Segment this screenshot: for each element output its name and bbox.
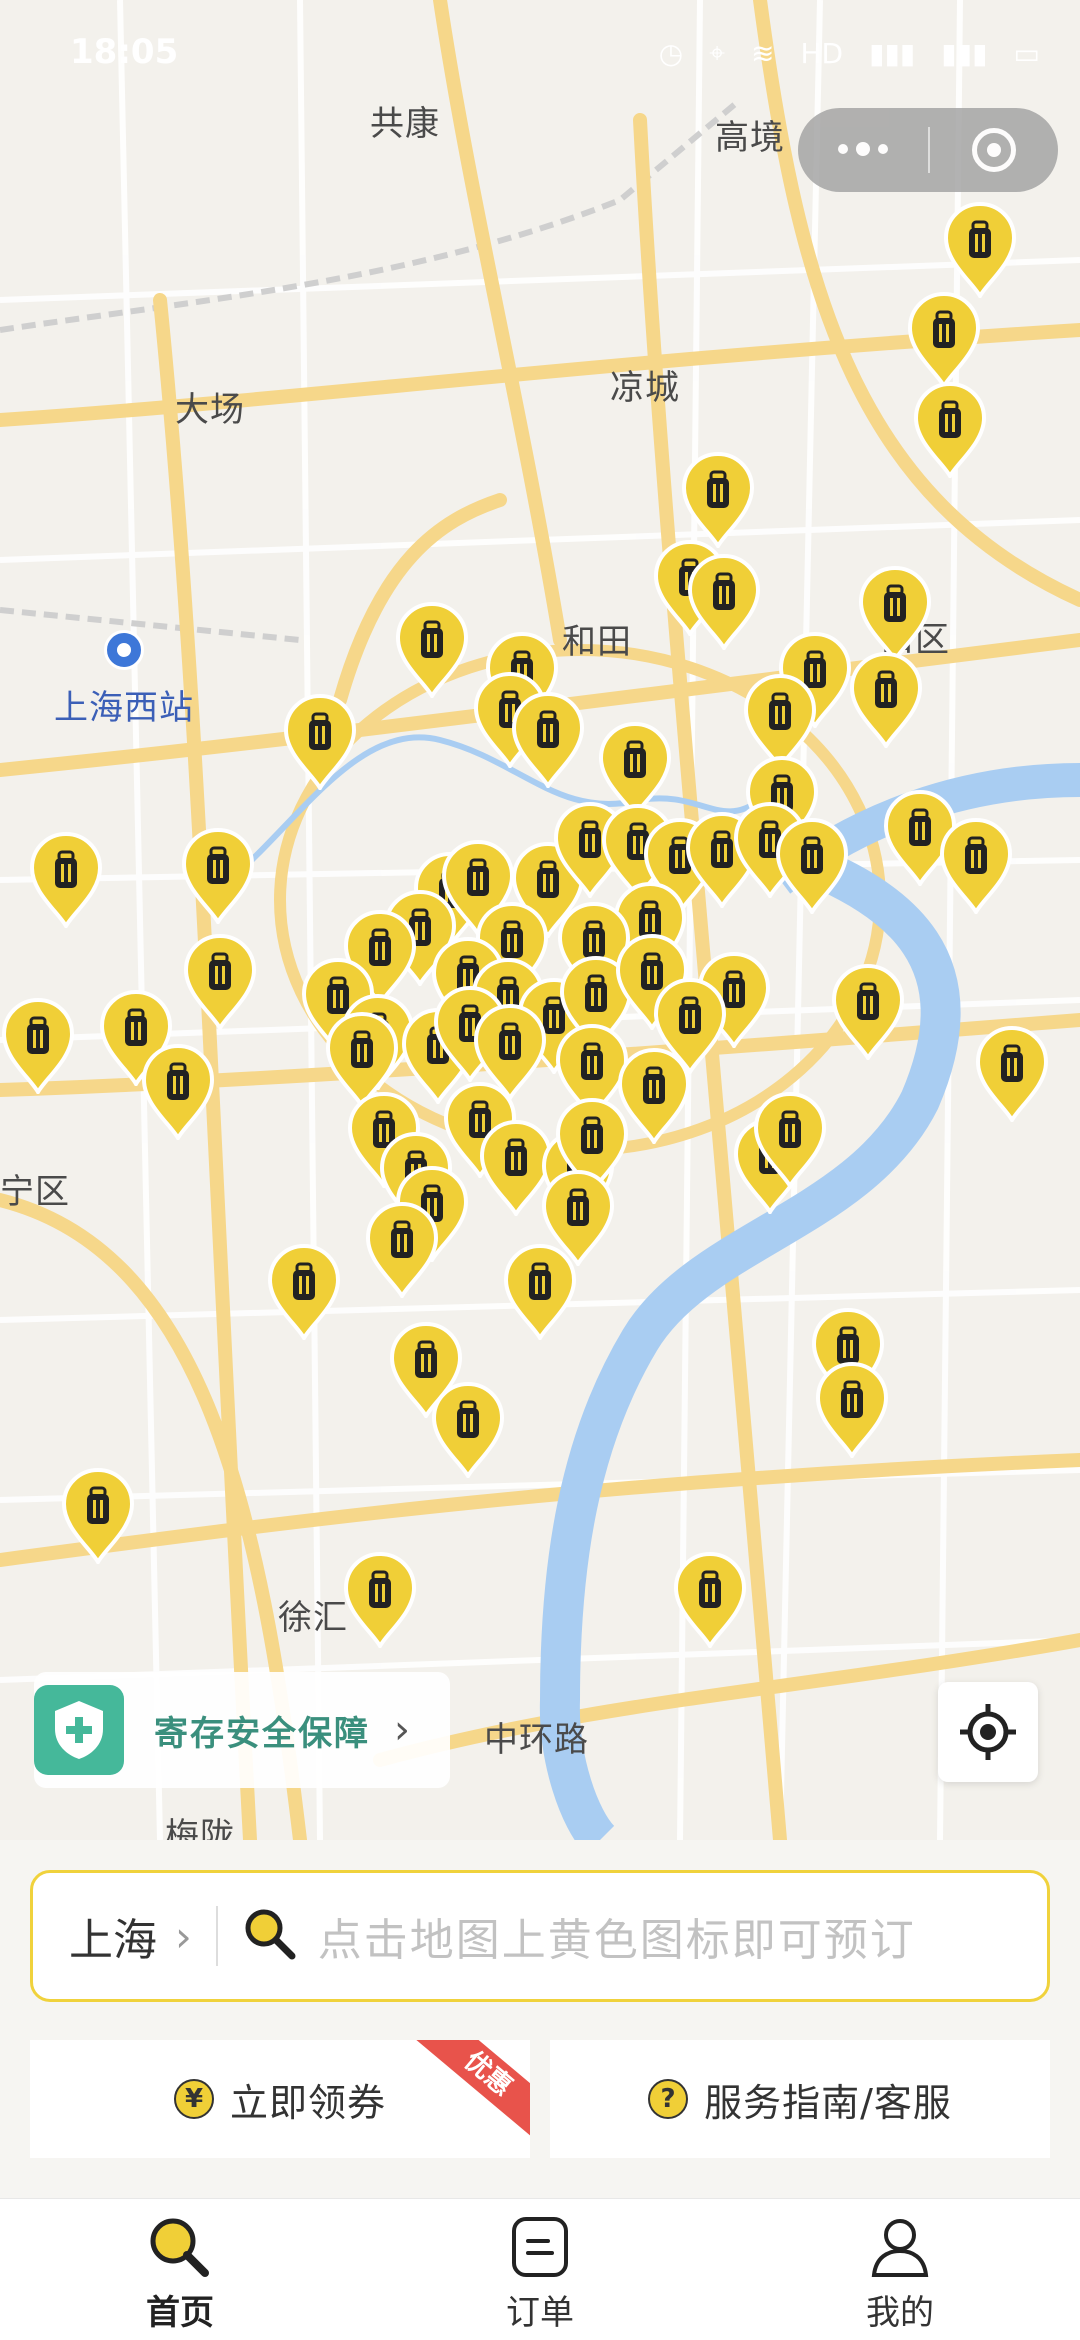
signal-icon: ▮▮▮	[941, 36, 988, 70]
alarm-icon: ◷	[658, 36, 684, 70]
map-label: 梅陇	[165, 1816, 235, 1840]
safety-banner-label: 寄存安全保障	[154, 1713, 370, 1754]
luggage-storage-pin[interactable]	[752, 1092, 828, 1188]
luggage-storage-pin[interactable]	[60, 1468, 136, 1564]
luggage-storage-pin[interactable]	[282, 694, 358, 790]
luggage-storage-pin[interactable]	[830, 964, 906, 1060]
map-label: 和田	[562, 622, 632, 662]
luggage-storage-pin[interactable]	[510, 692, 586, 788]
search-icon	[244, 1908, 296, 1964]
luggage-storage-pin[interactable]	[430, 1382, 506, 1478]
get-coupon-button[interactable]: ¥ 立即领券 优惠	[30, 2040, 530, 2158]
coupon-label: 立即领券	[229, 2080, 386, 2125]
map-label: 上海西站	[54, 688, 194, 728]
tab-label: 订单	[506, 2293, 574, 2333]
wifi-icon: ≋	[750, 36, 775, 70]
divider	[215, 1906, 218, 1966]
signal-icon: ▮▮▮	[869, 36, 916, 70]
status-icons: ◷ ⌖ ≋ HD ▮▮▮ ▮▮▮ ▭	[659, 36, 1040, 70]
bottom-panel: 上海 › 点击地图上黄色图标即可预订 ¥ 立即领券 优惠 ? 服务指南/客服	[0, 1840, 1080, 2198]
luggage-storage-pin[interactable]	[0, 998, 76, 1094]
shield-plus-icon	[34, 1685, 124, 1775]
luggage-storage-pin[interactable]	[680, 452, 756, 548]
network-badge: HD	[800, 36, 844, 70]
tab-mine[interactable]: 我的	[720, 2199, 1080, 2340]
crosshair-icon	[960, 1704, 1016, 1760]
map-label: 宁区	[0, 1172, 70, 1212]
status-time: 18:05	[70, 32, 179, 72]
tab-bar: 首页 订单 我的	[0, 2198, 1080, 2340]
luggage-storage-pin[interactable]	[342, 1552, 418, 1648]
guide-label: 服务指南/客服	[704, 2080, 952, 2125]
luggage-storage-pin[interactable]	[686, 554, 762, 650]
luggage-storage-pin[interactable]	[180, 828, 256, 924]
luggage-storage-pin[interactable]	[28, 832, 104, 928]
mini-program-capsule	[798, 108, 1058, 192]
question-icon: ?	[648, 2079, 689, 2119]
map-view[interactable]: 共康 高境 凉城 大场 和田 口区 上海西站 宁区 徐汇 中环路 梅陇	[0, 0, 1080, 1840]
luggage-storage-pin[interactable]	[942, 202, 1018, 298]
yen-icon: ¥	[173, 2079, 214, 2119]
luggage-storage-pin[interactable]	[774, 818, 850, 914]
search-icon	[150, 2218, 209, 2277]
discount-ribbon: 优惠	[413, 2040, 530, 2141]
luggage-storage-pin[interactable]	[394, 602, 470, 698]
train-station-icon	[104, 630, 144, 670]
tab-label: 首页	[146, 2293, 214, 2333]
map-label: 大场	[175, 390, 245, 430]
luggage-storage-pin[interactable]	[182, 934, 258, 1030]
service-guide-button[interactable]: ? 服务指南/客服	[550, 2040, 1050, 2158]
city-selector[interactable]: 上海	[69, 1904, 157, 1968]
user-icon	[871, 2219, 929, 2277]
luggage-storage-pin[interactable]	[974, 1026, 1050, 1122]
safety-guarantee-banner[interactable]: 寄存安全保障 ›	[34, 1672, 450, 1788]
luggage-storage-pin[interactable]	[364, 1202, 440, 1298]
search-bar[interactable]: 上海 › 点击地图上黄色图标即可预订	[30, 1870, 1050, 2002]
order-icon	[512, 2217, 568, 2277]
close-circle-icon[interactable]	[930, 128, 1058, 172]
battery-icon: ▭	[1013, 36, 1040, 70]
luggage-storage-pin[interactable]	[912, 382, 988, 478]
map-label: 高境	[715, 118, 785, 158]
search-input[interactable]: 点击地图上黄色图标即可预订	[318, 1904, 916, 1968]
luggage-storage-pin[interactable]	[938, 818, 1014, 914]
luggage-storage-pin[interactable]	[848, 652, 924, 748]
more-dots-icon[interactable]	[798, 142, 928, 156]
chevron-right-icon: ›	[175, 1911, 192, 1961]
status-bar: 18:05 ◷ ⌖ ≋ HD ▮▮▮ ▮▮▮ ▭	[0, 0, 1080, 110]
location-icon: ⌖	[709, 36, 725, 69]
chevron-right-icon: ›	[394, 1707, 410, 1753]
luggage-storage-pin[interactable]	[140, 1044, 216, 1140]
tab-orders[interactable]: 订单	[360, 2199, 720, 2340]
luggage-storage-pin[interactable]	[672, 1552, 748, 1648]
luggage-storage-pin[interactable]	[502, 1244, 578, 1340]
tab-home[interactable]: 首页	[0, 2199, 360, 2340]
map-label: 徐汇	[278, 1598, 348, 1638]
locate-me-button[interactable]	[938, 1682, 1038, 1782]
luggage-storage-pin[interactable]	[857, 566, 933, 662]
luggage-storage-pin[interactable]	[906, 292, 982, 388]
luggage-storage-pin[interactable]	[814, 1362, 890, 1458]
map-label: 中环路	[484, 1720, 589, 1760]
map-label: 凉城	[610, 368, 680, 408]
luggage-storage-pin[interactable]	[266, 1244, 342, 1340]
tab-label: 我的	[866, 2293, 934, 2333]
